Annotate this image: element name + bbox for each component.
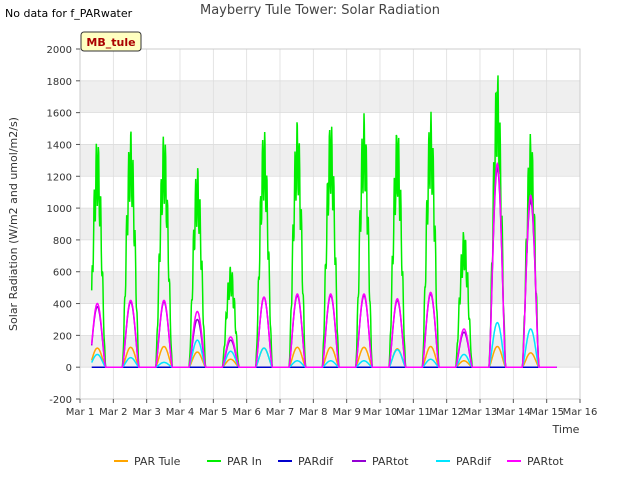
y-tick-label: 400 [53, 300, 72, 311]
y-tick-label: 800 [53, 236, 72, 247]
y-tick-label: 200 [53, 331, 72, 342]
solar-radiation-chart: -200 0 200 400 600 800 1000 1200 1400 1600 1800 200… [7, 31, 598, 468]
x-tick-label: Mar 1 [66, 407, 94, 418]
y-tick-label: 1800 [47, 77, 72, 88]
y-tick-label: 2000 [47, 45, 72, 56]
y-axis-label: Solar Radiation (W/m2 and umol/m2/s) [7, 117, 20, 331]
x-tick-label: Mar 9 [332, 407, 360, 418]
legend-label: PARdif [298, 455, 334, 468]
y-tick-label: 1600 [47, 109, 72, 120]
x-tick-label: Mar 2 [99, 407, 127, 418]
x-tick-label: Mar 15 [529, 407, 564, 418]
legend-label: PAR Tule [134, 455, 181, 468]
x-tick-label: Mar 6 [232, 407, 260, 418]
x-tick-label: Mar 3 [132, 407, 160, 418]
x-tick-label: Mar 12 [429, 407, 464, 418]
legend-label: PARtot [527, 455, 564, 468]
x-tick-label: Mar 8 [299, 407, 327, 418]
x-tick-label: Mar 16 [563, 407, 598, 418]
legend-label: PARdif [456, 455, 492, 468]
grid-band [80, 208, 580, 240]
x-tick-label: Mar 4 [166, 407, 194, 418]
y-tick-label: 0 [66, 363, 72, 374]
x-tick-label: Mar 14 [496, 407, 531, 418]
legend-label: PAR In [227, 455, 262, 468]
x-tick-label: Mar 5 [199, 407, 227, 418]
y-tick-label: 1000 [47, 204, 72, 215]
site-label-box: MB_tule [80, 31, 142, 52]
y-tick-label: -200 [49, 395, 72, 406]
x-tick-label: Mar 11 [396, 407, 431, 418]
x-tick-label: Mar 7 [266, 407, 294, 418]
grid-band [80, 80, 580, 113]
x-axis-label: Time [552, 423, 580, 436]
y-tick-label: 1400 [47, 140, 72, 151]
x-tick-label: Mar 13 [463, 407, 498, 418]
legend-label: PARtot [372, 455, 409, 468]
x-tick-label: Mar 10 [363, 407, 398, 418]
y-tick-label: 600 [53, 268, 72, 279]
y-tick-label: 1200 [47, 172, 72, 183]
site-label: MB_tule [86, 36, 135, 49]
chart-legend: PAR Tule PAR In PARdif PARtot PARdif PARtot [114, 455, 564, 468]
